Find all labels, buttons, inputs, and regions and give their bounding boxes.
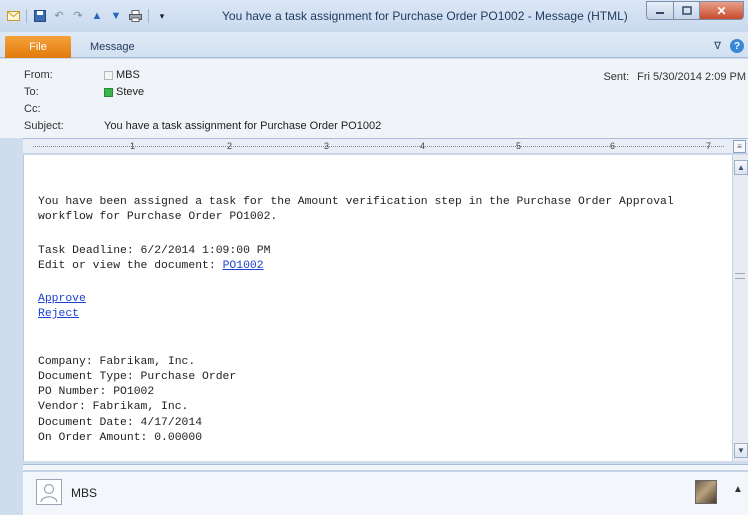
quick-access-toolbar: ↶ ↷ ▲ ▼ ▾ bbox=[6, 9, 169, 23]
cc-label: Cc: bbox=[24, 103, 41, 115]
sent-value: Fri 5/30/2014 2:09 PM bbox=[637, 71, 746, 83]
minimize-icon bbox=[656, 11, 664, 14]
message-body[interactable]: You have been assigned a task for the Am… bbox=[23, 155, 732, 461]
edit-view-prefix: Edit or view the document: bbox=[38, 260, 223, 272]
sent-info: Sent: Fri 5/30/2014 2:09 PM bbox=[603, 71, 746, 83]
sent-label: Sent: bbox=[603, 71, 630, 83]
save-icon[interactable] bbox=[33, 10, 47, 23]
ruler: 1 2 3 4 5 6 7 ≡ bbox=[23, 138, 748, 154]
scroll-up-icon[interactable]: ▲ bbox=[734, 160, 748, 175]
ruler-number: 1 bbox=[130, 141, 136, 151]
subject-label: Subject: bbox=[24, 120, 64, 132]
tab-file[interactable]: File bbox=[5, 36, 71, 58]
window-title: You have a task assignment for Purchase … bbox=[222, 9, 628, 23]
redo-icon[interactable]: ↷ bbox=[71, 10, 85, 23]
recipient-name[interactable]: Steve bbox=[116, 86, 144, 98]
minimize-button[interactable] bbox=[646, 1, 674, 20]
task-deadline: Task Deadline: 6/2/2014 1:09:00 PM bbox=[38, 245, 271, 257]
po-number-line: PO Number: PO1002 bbox=[38, 386, 155, 398]
maximize-button[interactable] bbox=[674, 1, 700, 20]
presence-online-icon bbox=[104, 87, 113, 97]
approve-link[interactable]: Approve bbox=[38, 292, 86, 306]
left-margin bbox=[0, 138, 23, 465]
intro-line-1: You have been assigned a task for the Am… bbox=[38, 196, 674, 208]
people-pane-divider[interactable] bbox=[23, 470, 748, 472]
intro-line-2: workflow for Purchase Order PO1002. bbox=[38, 211, 278, 223]
ruler-number: 4 bbox=[420, 141, 426, 151]
ruler-ticks bbox=[33, 146, 724, 147]
scroll-down-icon[interactable]: ▼ bbox=[734, 443, 748, 458]
message-header: From: MBS To: Steve Cc: Subject: You hav… bbox=[0, 59, 748, 138]
people-pane-name[interactable]: MBS bbox=[71, 486, 97, 500]
print-icon[interactable] bbox=[128, 10, 142, 23]
window-controls: ✕ bbox=[646, 1, 744, 20]
document-type-line: Document Type: Purchase Order bbox=[38, 371, 237, 383]
ruler-number: 3 bbox=[324, 141, 330, 151]
edit-view-line: Edit or view the document: PO1002 bbox=[38, 259, 264, 273]
sender-name[interactable]: MBS bbox=[116, 69, 140, 81]
document-date-line: Document Date: 4/17/2014 bbox=[38, 417, 203, 429]
company-line: Company: Fabrikam, Inc. bbox=[38, 356, 196, 368]
title-bar: ↶ ↷ ▲ ▼ ▾ You have a task assignment for… bbox=[0, 0, 748, 32]
maximize-icon bbox=[681, 6, 692, 15]
customize-toolbar-icon[interactable]: ▾ bbox=[155, 10, 169, 23]
to-value[interactable]: Steve bbox=[104, 86, 144, 98]
help-icon[interactable]: ? bbox=[730, 39, 744, 53]
from-value[interactable]: MBS bbox=[104, 69, 140, 81]
undo-icon[interactable]: ↶ bbox=[52, 10, 66, 23]
close-button[interactable]: ✕ bbox=[700, 1, 744, 20]
ribbon-controls: ∇ ? bbox=[714, 39, 744, 53]
toolbar-separator bbox=[148, 9, 149, 23]
contact-photo[interactable] bbox=[695, 480, 717, 504]
people-pane: MBS ▲ bbox=[23, 464, 748, 515]
vertical-scrollbar[interactable]: ▲ ▼ bbox=[732, 155, 748, 461]
to-label: To: bbox=[24, 86, 39, 98]
tab-message[interactable]: Message bbox=[90, 41, 135, 53]
ruler-number: 6 bbox=[610, 141, 616, 151]
from-label: From: bbox=[24, 69, 53, 81]
toolbar-separator bbox=[26, 9, 27, 23]
close-icon: ✕ bbox=[716, 3, 727, 18]
reject-link[interactable]: Reject bbox=[38, 307, 79, 321]
presence-unknown-icon bbox=[104, 70, 113, 80]
vendor-line: Vendor: Fabrikam, Inc. bbox=[38, 401, 189, 413]
expand-people-pane-icon[interactable]: ▲ bbox=[733, 484, 743, 495]
subject-value: You have a task assignment for Purchase … bbox=[104, 120, 382, 132]
ruler-number: 7 bbox=[706, 141, 712, 151]
next-item-icon[interactable]: ▼ bbox=[109, 10, 123, 23]
document-link[interactable]: PO1002 bbox=[223, 260, 264, 272]
envelope-icon[interactable] bbox=[6, 10, 20, 23]
ruler-number: 5 bbox=[516, 141, 522, 151]
scrollbar-grip[interactable] bbox=[735, 273, 745, 279]
contact-avatar-icon[interactable] bbox=[36, 479, 62, 505]
ruler-number: 2 bbox=[227, 141, 233, 151]
view-ruler-toggle-icon[interactable]: ≡ bbox=[733, 140, 746, 153]
previous-item-icon[interactable]: ▲ bbox=[90, 10, 104, 23]
ribbon-tab-bar: File Message ∇ ? bbox=[0, 32, 748, 58]
order-amount-line: On Order Amount: 0.00000 bbox=[38, 432, 203, 444]
expand-ribbon-icon[interactable]: ∇ bbox=[714, 41, 721, 52]
